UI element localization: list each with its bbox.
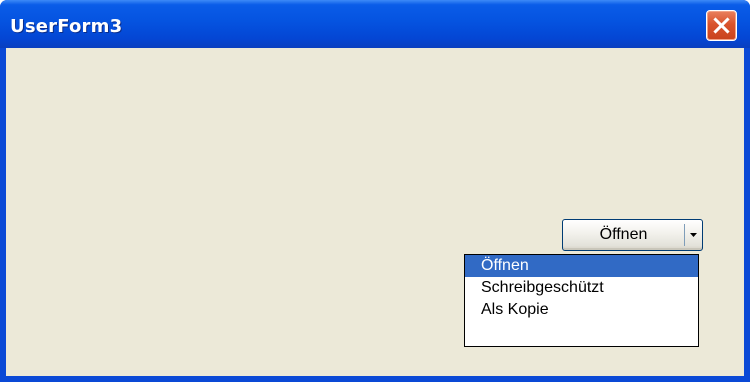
title-bar[interactable]: UserForm3: [0, 0, 750, 48]
menu-item-as-copy[interactable]: Als Kopie: [465, 299, 698, 321]
open-options-menu: Öffnen Schreibgeschützt Als Kopie: [464, 254, 699, 347]
menu-item-read-only[interactable]: Schreibgeschützt: [465, 277, 698, 299]
menu-item-open[interactable]: Öffnen: [465, 255, 698, 277]
close-icon: [713, 17, 730, 34]
open-split-button[interactable]: Öffnen: [562, 219, 703, 251]
dropdown-arrow-icon: [690, 233, 697, 237]
open-button[interactable]: Öffnen: [563, 220, 684, 250]
userform-window: UserForm3 Öffnen Öffnen Schreibgeschützt…: [0, 0, 750, 382]
close-button[interactable]: [706, 10, 737, 41]
window-title: UserForm3: [10, 16, 123, 37]
dropdown-arrow-button[interactable]: [685, 220, 702, 250]
